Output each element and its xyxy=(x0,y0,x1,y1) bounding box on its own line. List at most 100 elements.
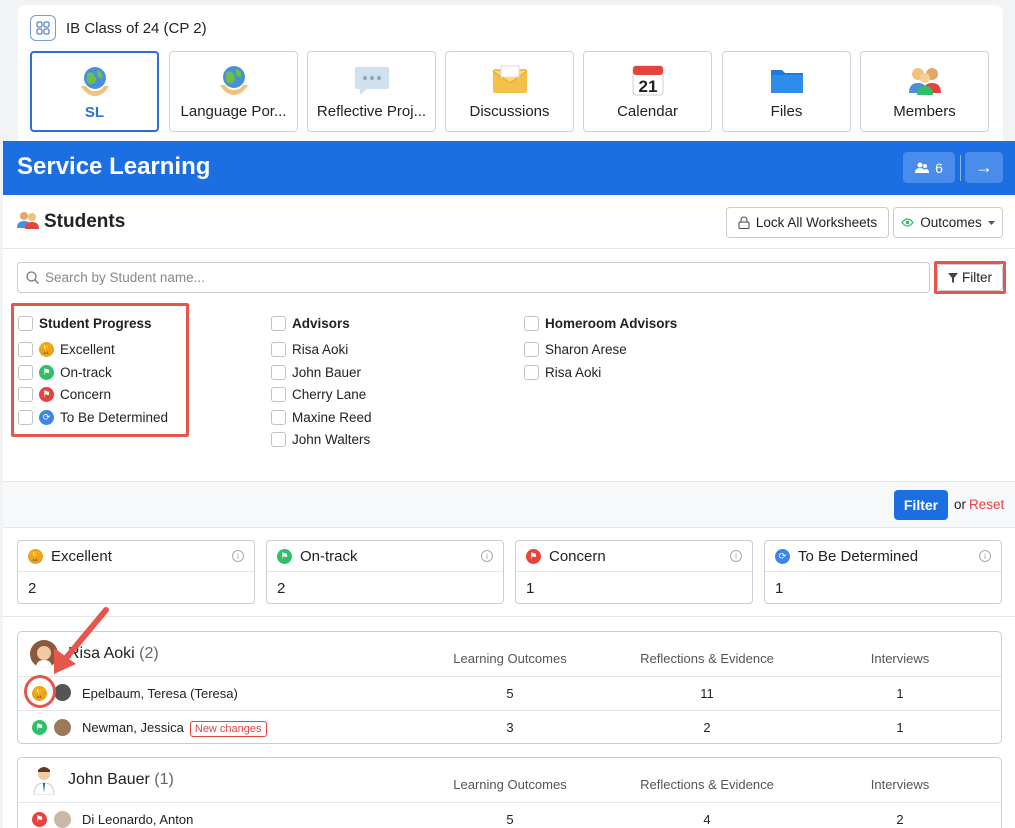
flag-icon: ⚑ xyxy=(32,812,47,827)
advisor-group: Risa Aoki (2) Learning Outcomes Reflecti… xyxy=(17,631,1002,744)
envelope-icon xyxy=(446,62,573,98)
student-name[interactable]: Newman, Jessica New changes xyxy=(82,720,267,737)
tab-label: Language Por... xyxy=(180,103,287,120)
table-row[interactable]: ⚑ Di Leonardo, Anton 5 4 2 xyxy=(18,802,1001,828)
arrow-right-button[interactable]: → xyxy=(965,152,1003,183)
checkbox[interactable] xyxy=(271,342,286,358)
class-header-card: IB Class of 24 (CP 2) SL Language Por...… xyxy=(18,5,1003,142)
members-count-button[interactable]: 6 xyxy=(903,152,955,183)
info-icon[interactable]: i xyxy=(730,550,742,562)
flag-icon: ⚑ xyxy=(39,364,54,380)
filter-option[interactable]: Risa Aoki xyxy=(524,361,744,384)
filter-group-header[interactable]: Advisors xyxy=(271,312,471,335)
search-icon xyxy=(26,271,39,284)
flag-icon: ⚑ xyxy=(277,548,292,564)
tab-label: Members xyxy=(893,103,956,120)
student-name[interactable]: Di Leonardo, Anton xyxy=(82,812,193,827)
checkbox[interactable] xyxy=(18,342,33,358)
checkbox[interactable] xyxy=(271,409,286,425)
tab-label: Calendar xyxy=(617,103,678,120)
filter-option[interactable]: ⚑ Concern xyxy=(18,384,183,407)
grid-icon[interactable] xyxy=(30,15,56,41)
student-search[interactable] xyxy=(17,262,930,293)
students-title: Students xyxy=(44,211,126,232)
arrow-right-icon: → xyxy=(975,157,993,177)
info-icon[interactable]: i xyxy=(232,550,244,562)
column-header: Learning Outcomes xyxy=(453,651,567,666)
filter-option[interactable]: John Bauer xyxy=(271,361,471,384)
filter-option-label: Concern xyxy=(60,387,112,403)
search-input[interactable] xyxy=(45,270,905,285)
lock-all-worksheets-button[interactable]: Lock All Worksheets xyxy=(726,207,889,238)
apply-filter-button[interactable]: Filter xyxy=(894,490,948,520)
checkbox[interactable] xyxy=(271,364,286,380)
filter-option[interactable]: 🏆 Excellent xyxy=(18,339,183,362)
group-header: John Bauer (1) Learning Outcomes Reflect… xyxy=(18,758,1001,802)
speech-bubble-icon xyxy=(308,62,435,98)
filter-option-label: Risa Aoki xyxy=(292,342,349,358)
reflections-count: 4 xyxy=(703,812,711,827)
tab-label: Reflective Proj... xyxy=(316,103,427,120)
filter-option[interactable]: John Walters xyxy=(271,429,471,452)
filter-option[interactable]: ⚑ On-track xyxy=(18,361,183,384)
table-row[interactable]: ⚑ Newman, Jessica New changes 3 2 1 xyxy=(18,710,1001,744)
reflections-count: 11 xyxy=(700,686,714,701)
filter-option[interactable]: Maxine Reed xyxy=(271,406,471,429)
filter-apply-bar: Filter or Reset xyxy=(3,481,1015,528)
tab-reflective-project[interactable]: Reflective Proj... xyxy=(307,51,436,132)
page-banner: Service Learning 6 → xyxy=(3,141,1015,195)
checkbox[interactable] xyxy=(18,315,33,331)
stat-card-on-track: ⚑ On-track i 2 xyxy=(266,540,504,604)
lock-all-label: Lock All Worksheets xyxy=(755,215,878,230)
info-icon[interactable]: i xyxy=(481,550,493,562)
stat-value: 1 xyxy=(526,580,535,597)
checkbox[interactable] xyxy=(271,315,286,331)
tab-files[interactable]: Files xyxy=(722,51,851,132)
tab-members[interactable]: Members xyxy=(860,51,989,132)
stat-card-concern: ⚑ Concern i 1 xyxy=(515,540,753,604)
trophy-icon: 🏆 xyxy=(39,342,54,358)
column-header: Reflections & Evidence xyxy=(640,777,774,792)
info-icon[interactable]: i xyxy=(979,550,991,562)
filter-option[interactable]: Risa Aoki xyxy=(271,339,471,362)
table-row[interactable]: 🏆 Epelbaum, Teresa (Teresa) 5 11 1 xyxy=(18,676,1001,710)
flag-icon: ⚑ xyxy=(526,548,541,564)
checkbox[interactable] xyxy=(524,315,539,331)
filter-group-header[interactable]: Homeroom Advisors xyxy=(524,312,744,335)
reset-link[interactable]: Reset xyxy=(969,497,1004,512)
checkbox[interactable] xyxy=(18,364,33,380)
users-icon xyxy=(915,162,930,173)
divider xyxy=(3,616,1015,617)
filter-option[interactable]: Sharon Arese xyxy=(524,339,744,362)
tab-language-portfolio[interactable]: Language Por... xyxy=(169,51,298,132)
interviews-count: 1 xyxy=(896,720,904,735)
group-header: Risa Aoki (2) Learning Outcomes Reflecti… xyxy=(18,632,1001,676)
tab-discussions[interactable]: Discussions xyxy=(445,51,574,132)
checkbox[interactable] xyxy=(271,387,286,403)
checkbox[interactable] xyxy=(524,342,539,358)
banner-divider xyxy=(960,155,961,181)
trophy-icon: 🏆 xyxy=(28,548,43,564)
checkbox[interactable] xyxy=(271,432,286,448)
filter-group-header[interactable]: Student Progress xyxy=(18,312,183,335)
outcomes-dropdown[interactable]: Outcomes xyxy=(893,207,1003,238)
globe-hands-icon xyxy=(32,63,157,99)
checkbox[interactable] xyxy=(524,364,539,380)
outcomes-count: 5 xyxy=(506,812,514,827)
filter-option[interactable]: Cherry Lane xyxy=(271,384,471,407)
column-header: Learning Outcomes xyxy=(453,777,567,792)
page-title: Service Learning xyxy=(17,153,211,180)
checkbox[interactable] xyxy=(18,387,33,403)
filter-option[interactable]: ⟳ To Be Determined xyxy=(18,406,183,429)
stat-label: Excellent xyxy=(51,547,112,565)
checkbox[interactable] xyxy=(18,409,33,425)
filter-toggle-button[interactable]: Filter xyxy=(937,264,1003,291)
caret-down-icon xyxy=(987,220,995,225)
tab-sl[interactable]: SL xyxy=(30,51,159,132)
tab-calendar[interactable]: 21 Calendar xyxy=(583,51,712,132)
eye-icon xyxy=(901,218,914,227)
tab-label: Discussions xyxy=(469,103,550,120)
filter-group-title: Student Progress xyxy=(39,315,152,331)
calendar-icon: 21 xyxy=(584,62,711,98)
student-name[interactable]: Epelbaum, Teresa (Teresa) xyxy=(82,686,238,701)
